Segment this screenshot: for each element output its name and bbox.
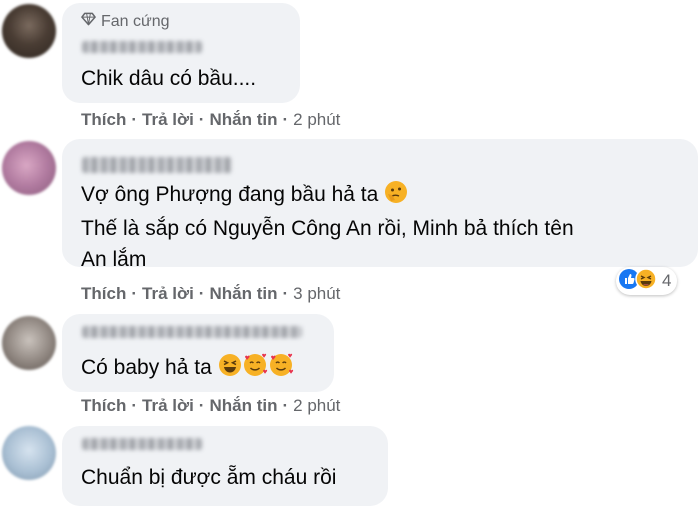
reply-button[interactable]: Trả lời bbox=[142, 284, 194, 304]
haha-reaction-icon bbox=[635, 267, 657, 295]
grinning-squinting-face-icon bbox=[218, 353, 242, 386]
thinking-face-icon bbox=[384, 180, 408, 213]
comment-bubble: Có baby hả ta bbox=[62, 314, 334, 392]
comment-bubble: Fan cứng Chik dâu có bầu.... bbox=[62, 3, 300, 103]
comment-line: Vợ ông Phượng đang bầu hả ta bbox=[81, 183, 379, 206]
diamond-icon bbox=[81, 12, 96, 31]
comment-line: An lắm bbox=[81, 248, 147, 271]
smiling-face-with-hearts-icon bbox=[268, 353, 294, 386]
timestamp[interactable]: 2 phút bbox=[293, 396, 340, 416]
author-name[interactable] bbox=[82, 157, 232, 173]
like-button[interactable]: Thích bbox=[81, 284, 126, 304]
comment-text: Chuẩn bị được ẵm cháu rồi bbox=[81, 466, 337, 489]
reaction-summary[interactable]: 4 bbox=[616, 267, 678, 295]
comment-3: Có baby hả ta Thích · Trả lời · Nhắn tin… bbox=[0, 310, 700, 422]
avatar[interactable] bbox=[2, 4, 56, 58]
comment-2: Vợ ông Phượng đang bầu hả ta Thế là sắp … bbox=[0, 135, 700, 310]
author-name[interactable] bbox=[82, 41, 202, 53]
comment-bubble: Vợ ông Phượng đang bầu hả ta Thế là sắp … bbox=[62, 139, 698, 271]
author-name[interactable] bbox=[82, 326, 302, 338]
message-button[interactable]: Nhắn tin bbox=[209, 284, 277, 304]
fan-badge: Fan cứng bbox=[81, 12, 170, 31]
like-button[interactable]: Thích bbox=[81, 396, 126, 416]
like-button[interactable]: Thích bbox=[81, 110, 126, 130]
comment-1: Fan cứng Chik dâu có bầu.... Thích · Trả… bbox=[0, 0, 700, 135]
author-name[interactable] bbox=[82, 438, 202, 450]
comment-4: Chuẩn bị được ẵm cháu rồi bbox=[0, 422, 700, 506]
message-button[interactable]: Nhắn tin bbox=[209, 396, 277, 416]
smiling-face-with-hearts-icon bbox=[242, 353, 268, 386]
comment-bubble: Chuẩn bị được ẵm cháu rồi bbox=[62, 426, 388, 506]
reaction-count: 4 bbox=[662, 271, 672, 290]
timestamp[interactable]: 3 phút bbox=[293, 284, 340, 304]
reply-button[interactable]: Trả lời bbox=[142, 396, 194, 416]
avatar[interactable] bbox=[2, 316, 56, 370]
fan-badge-label: Fan cứng bbox=[101, 12, 170, 30]
comment-actions: Thích · Trả lời · Nhắn tin · 2 phút bbox=[81, 396, 341, 416]
comment-actions: Thích · Trả lời · Nhắn tin · 2 phút bbox=[81, 110, 341, 130]
message-button[interactable]: Nhắn tin bbox=[209, 110, 277, 130]
avatar[interactable] bbox=[2, 141, 56, 195]
avatar[interactable] bbox=[2, 426, 56, 480]
comment-text: Chik dâu có bầu.... bbox=[81, 67, 257, 90]
timestamp[interactable]: 2 phút bbox=[293, 110, 340, 130]
comment-text: Có baby hả ta bbox=[81, 352, 294, 386]
reply-button[interactable]: Trả lời bbox=[142, 110, 194, 130]
comment-line: Thế là sắp có Nguyễn Công An rồi, Minh b… bbox=[81, 217, 574, 240]
comment-actions: Thích · Trả lời · Nhắn tin · 3 phút bbox=[81, 284, 341, 304]
comment-text: Vợ ông Phượng đang bầu hả ta Thế là sắp … bbox=[81, 179, 574, 275]
